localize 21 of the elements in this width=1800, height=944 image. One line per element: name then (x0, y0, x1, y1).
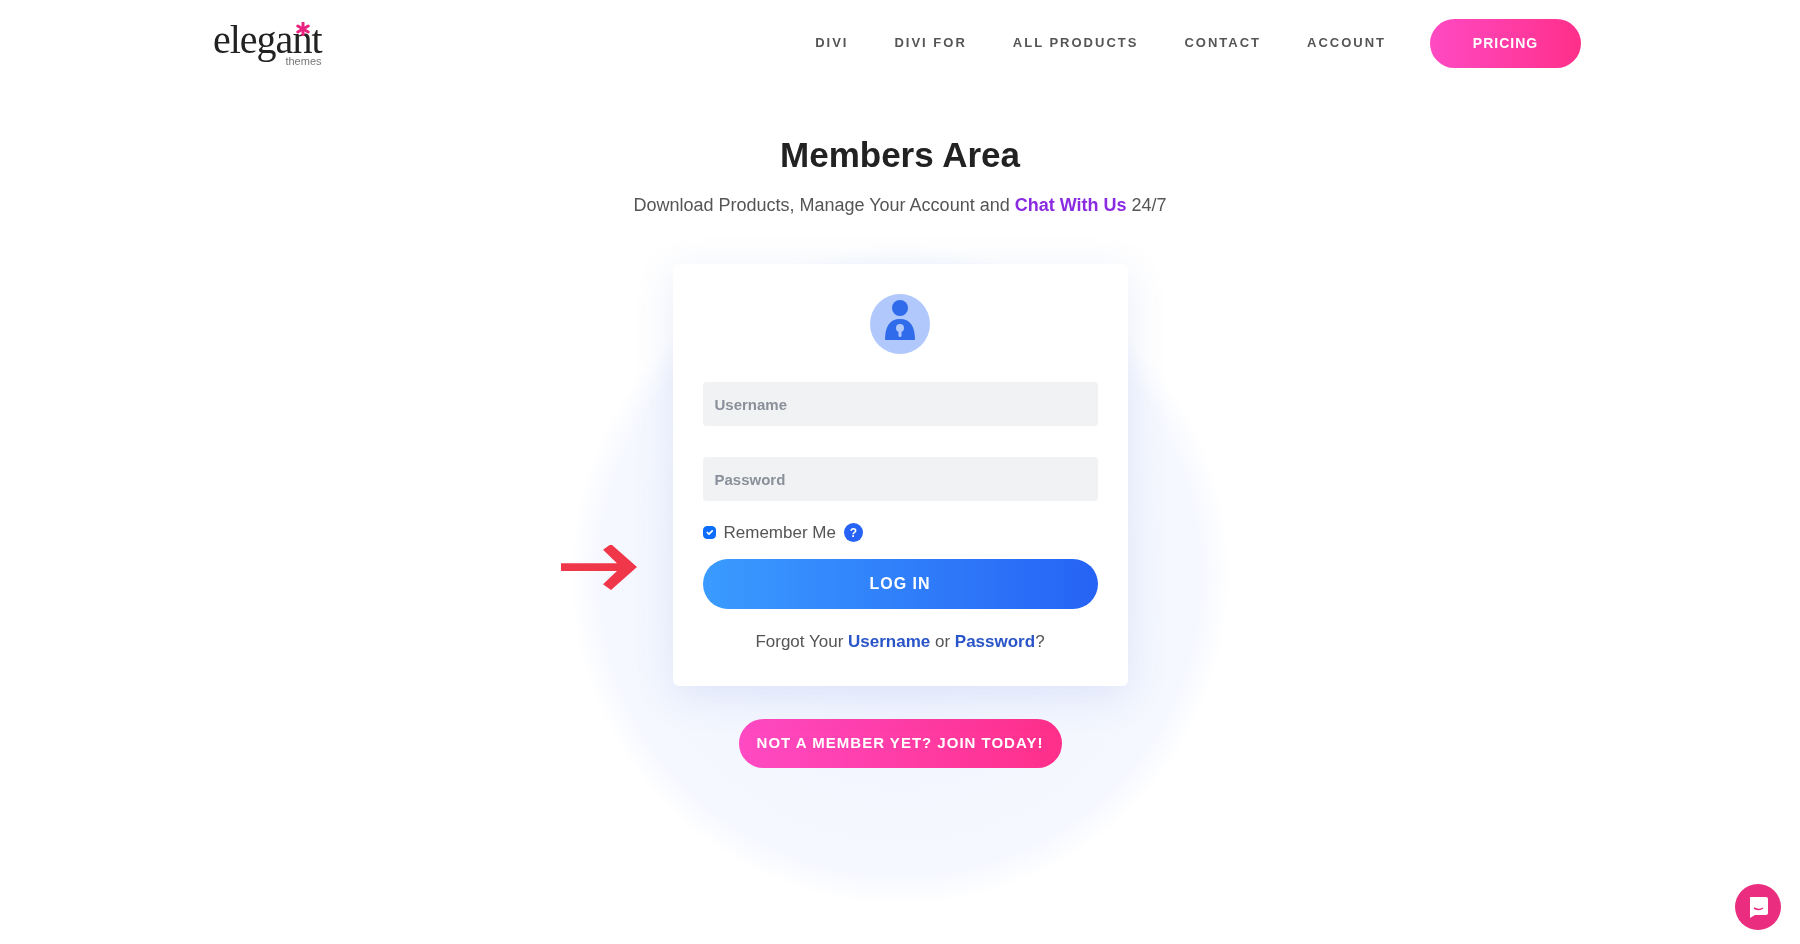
nav-link[interactable]: DIVI (815, 33, 849, 53)
subtitle: Download Products, Manage Your Account and Chat With Us 24/7 (633, 194, 1167, 217)
help-button[interactable]: ? (843, 523, 863, 543)
arrow-icon (558, 545, 639, 591)
user-lock-icon (870, 294, 930, 354)
password-link[interactable]: Password (954, 631, 1036, 651)
remember-checkbox[interactable] (702, 526, 716, 540)
nav-link[interactable]: ACCOUNT (1307, 33, 1386, 53)
remember-label[interactable]: Remember Me (723, 520, 836, 546)
forgot-text: Forgot Your Username or Password? (754, 630, 1046, 653)
login-button[interactable]: LOG IN (702, 558, 1098, 609)
chat-link[interactable]: Chat With Us (1014, 195, 1127, 215)
username-link[interactable]: Username (848, 631, 931, 651)
chat-button[interactable] (1735, 884, 1781, 930)
nav-link[interactable]: CONTACT (1184, 33, 1261, 53)
chat-bubble-icon (1747, 896, 1769, 918)
nav-link[interactable]: DIVI FOR (894, 33, 967, 53)
username-field[interactable]: Username (702, 382, 1098, 426)
page-title: Members Area (780, 134, 1020, 176)
password-field[interactable]: Password (702, 457, 1098, 501)
nav-link[interactable]: ALL PRODUCTS (1012, 33, 1139, 53)
